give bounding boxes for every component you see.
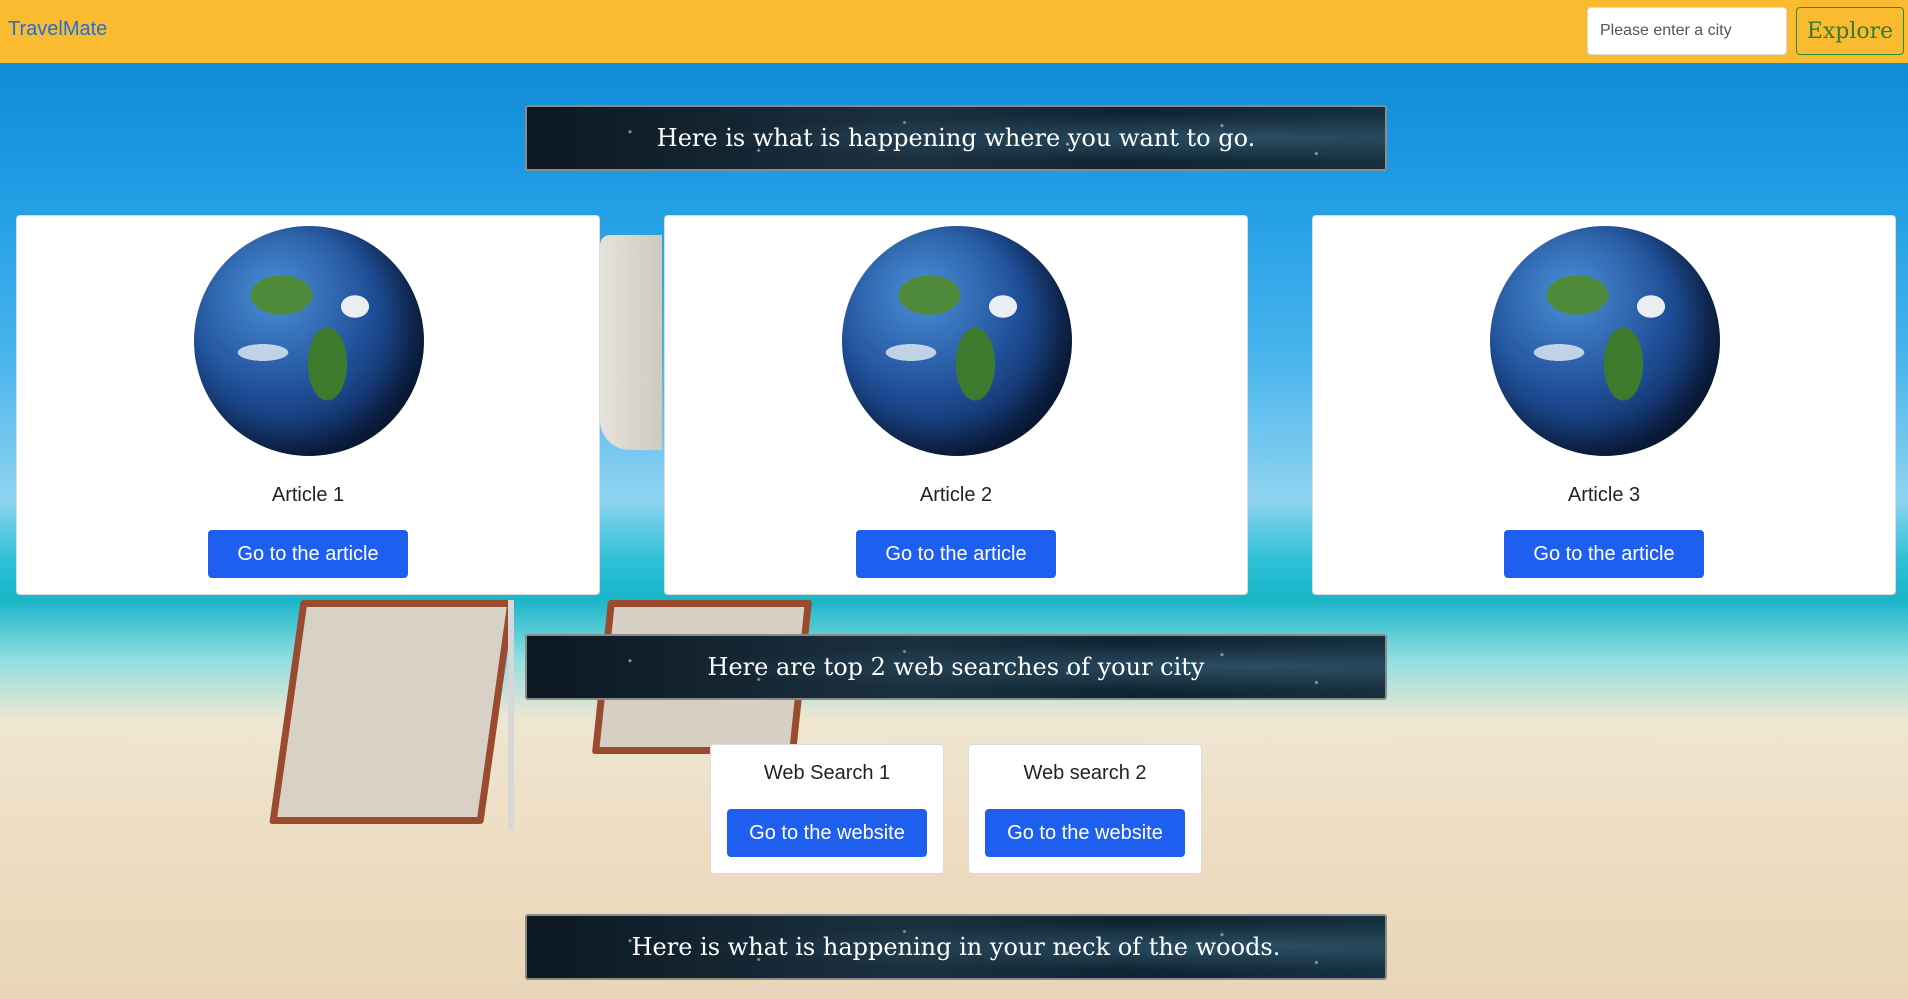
go-to-website-button[interactable]: Go to the website — [985, 809, 1185, 857]
go-to-article-button[interactable]: Go to the article — [856, 530, 1056, 578]
umbrella-pole — [508, 600, 514, 830]
umbrella-canopy — [600, 235, 662, 450]
banner-destination-news: Here is what is happening where you want… — [525, 105, 1387, 171]
web-search-card-1: Web Search 1 Go to the website — [710, 744, 944, 874]
web-search-title: Web Search 1 — [763, 762, 891, 784]
banner-web-searches: Here are top 2 web searches of your city — [525, 634, 1387, 700]
explore-button[interactable]: Explore — [1796, 7, 1904, 55]
go-to-website-button[interactable]: Go to the website — [727, 809, 927, 857]
globe-image — [1490, 226, 1720, 456]
web-search-title: Web search 2 — [1023, 762, 1147, 784]
article-card-1: Article 1 Go to the article — [16, 215, 600, 595]
banner-local-news: Here is what is happening in your neck o… — [525, 914, 1387, 980]
beach-chair-left — [269, 600, 515, 824]
city-search-input[interactable] — [1587, 7, 1787, 55]
article-title: Article 2 — [919, 484, 993, 506]
globe-image — [842, 226, 1072, 456]
navbar: TravelMate Explore — [0, 0, 1908, 63]
article-card-3: Article 3 Go to the article — [1312, 215, 1896, 595]
web-search-card-2: Web search 2 Go to the website — [968, 744, 1202, 874]
go-to-article-button[interactable]: Go to the article — [1504, 530, 1704, 578]
brand-logo-link[interactable]: TravelMate — [8, 18, 107, 41]
article-title: Article 1 — [271, 484, 345, 506]
globe-image — [194, 226, 424, 456]
article-card-2: Article 2 Go to the article — [664, 215, 1248, 595]
go-to-article-button[interactable]: Go to the article — [208, 530, 408, 578]
article-title: Article 3 — [1567, 484, 1641, 506]
